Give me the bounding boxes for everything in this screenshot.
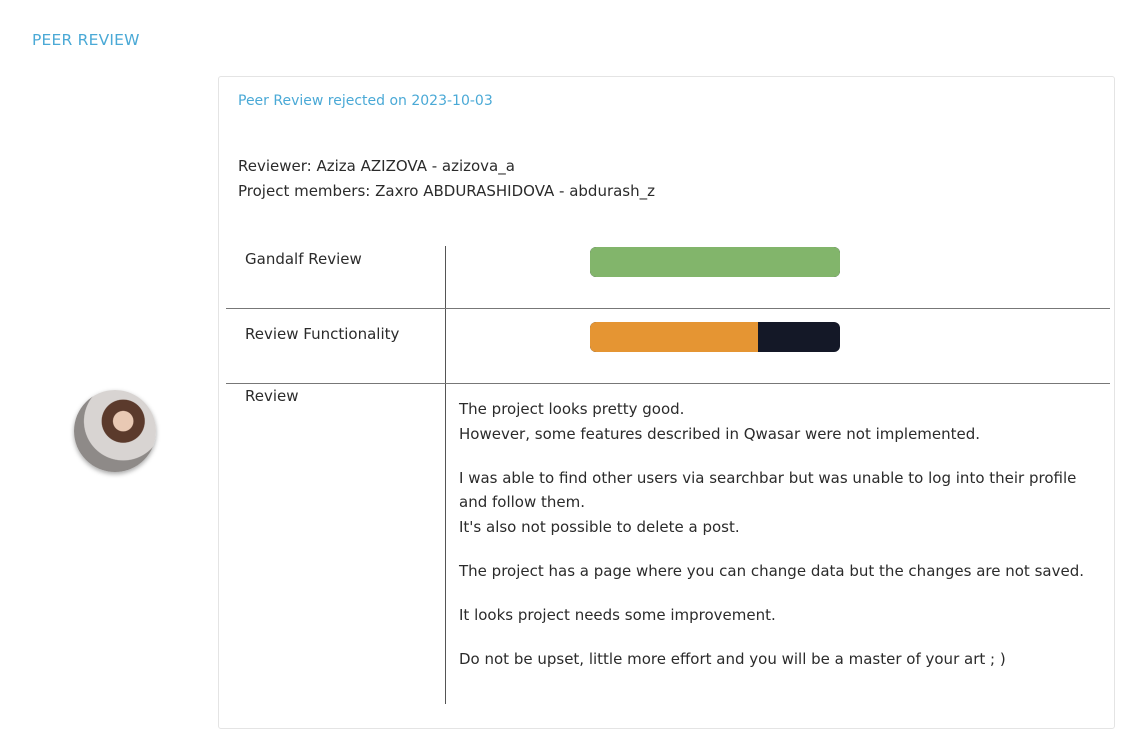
review-text: The project looks pretty good. However, s… <box>459 397 1099 691</box>
review-status: Peer Review rejected on 2023-10-03 <box>238 93 493 109</box>
table-row-divider <box>226 308 1110 309</box>
table-row-divider <box>226 383 1110 384</box>
progress-fill-review-functionality <box>590 322 758 352</box>
review-line: I was able to find other users via searc… <box>459 468 1077 512</box>
review-card: Peer Review rejected on 2023-10-03 Revie… <box>218 76 1115 729</box>
review-label: Review <box>245 387 299 405</box>
table-vertical-divider <box>445 246 446 704</box>
review-line: It's also not possible to delete a post. <box>459 517 740 536</box>
review-line: It looks project needs some improvement. <box>459 605 776 624</box>
section-title: PEER REVIEW <box>32 31 140 49</box>
metric-label-review-functionality: Review Functionality <box>245 325 400 343</box>
review-meta: Reviewer: Aziza AZIZOVA - azizova_a Proj… <box>238 154 655 204</box>
review-paragraph: Do not be upset, little more effort and … <box>459 647 1099 672</box>
reviewer-avatar <box>74 390 156 472</box>
review-paragraph: I was able to find other users via searc… <box>459 466 1099 540</box>
review-line: However, some features described in Qwas… <box>459 424 981 443</box>
review-line: Do not be upset, little more effort and … <box>459 649 1006 668</box>
reviewer-line: Reviewer: Aziza AZIZOVA - azizova_a <box>238 157 515 175</box>
review-line: The project has a page where you can cha… <box>459 561 1084 580</box>
review-line: The project looks pretty good. <box>459 400 685 418</box>
review-paragraph: The project has a page where you can cha… <box>459 559 1099 584</box>
progress-bar-gandalf-review <box>590 247 840 277</box>
project-members-line: Project members: Zaxro ABDURASHIDOVA - a… <box>238 182 656 200</box>
metric-label-gandalf-review: Gandalf Review <box>245 250 362 268</box>
review-paragraph: It looks project needs some improvement. <box>459 603 1099 628</box>
progress-fill-gandalf-review <box>590 247 840 277</box>
review-paragraph: The project looks pretty good. However, s… <box>459 397 1099 446</box>
progress-bar-review-functionality <box>590 322 840 352</box>
